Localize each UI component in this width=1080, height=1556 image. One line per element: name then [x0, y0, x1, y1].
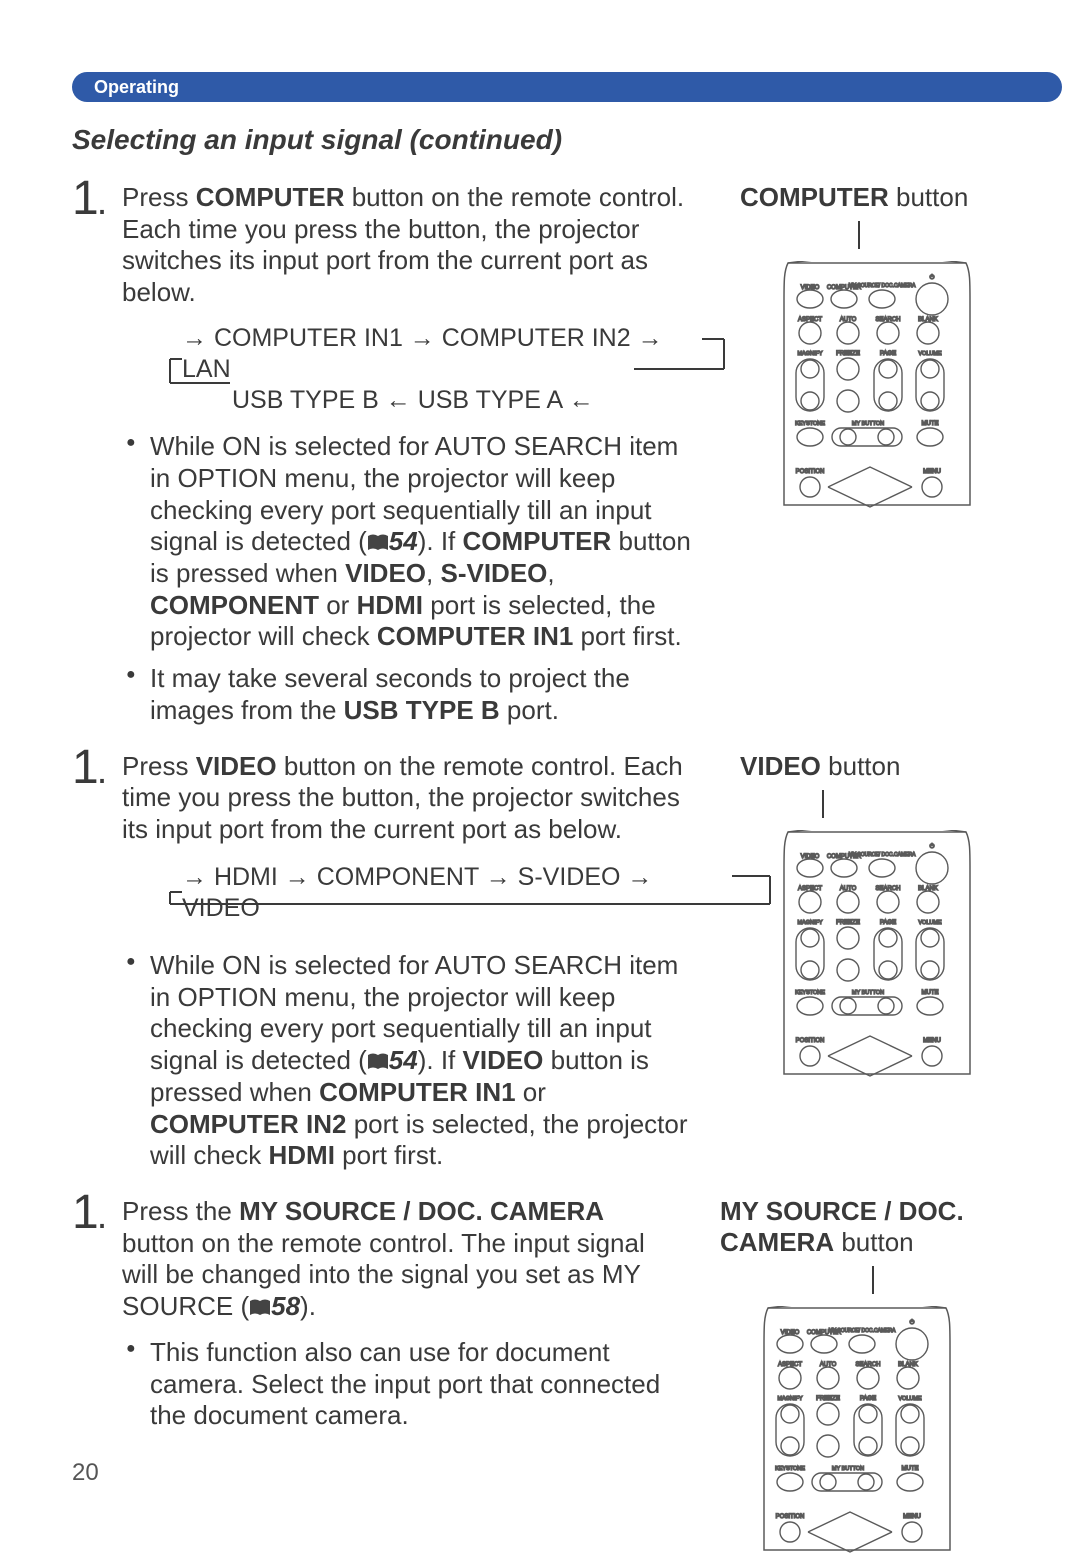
- svg-text:MAGNIFY: MAGNIFY: [797, 920, 822, 926]
- svg-text:MUTE: MUTE: [922, 421, 939, 427]
- svg-text:PAGE: PAGE: [880, 920, 896, 926]
- step-content: Press VIDEO button on the remote control…: [122, 751, 700, 1196]
- leader-line-icon: [872, 1266, 874, 1294]
- flow-line1: → COMPUTER IN1 → COMPUTER IN2 → LAN: [182, 323, 700, 386]
- svg-text:FREEZE: FREEZE: [836, 351, 860, 357]
- bullet-list: While ON is selected for AUTO SEARCH ite…: [122, 431, 700, 726]
- remote-icon: VIDEO COMPUTER MY SOURCE/ DOC.CAMERA ⏻ A…: [782, 830, 972, 1080]
- bullet-list: This function also can use for document …: [122, 1337, 680, 1432]
- remote-illustration: VIDEO COMPUTER MY SOURCE/ DOC.CAMERA ⏻ A…: [782, 261, 1020, 511]
- flow-diagram: → HDMI → COMPONENT → S-VIDEO → VIDEO: [162, 860, 700, 932]
- step-content: Press the MY SOURCE / DOC. CAMERA button…: [122, 1196, 680, 1456]
- svg-text:MY SOURCE/ DOC.CAMERA: MY SOURCE/ DOC.CAMERA: [849, 283, 917, 289]
- svg-text:FREEZE: FREEZE: [836, 920, 860, 926]
- svg-text:POSITION: POSITION: [776, 1514, 805, 1520]
- bullet-item: While ON is selected for AUTO SEARCH ite…: [122, 431, 700, 653]
- svg-text:PAGE: PAGE: [860, 1396, 876, 1402]
- svg-text:MY SOURCE/ DOC.CAMERA: MY SOURCE/ DOC.CAMERA: [829, 1328, 897, 1334]
- bullet-item: While ON is selected for AUTO SEARCH ite…: [122, 950, 700, 1172]
- svg-text:KEYSTONE: KEYSTONE: [775, 1466, 805, 1472]
- step-intro: Press VIDEO button on the remote control…: [122, 751, 700, 846]
- page: Operating Selecting an input signal (con…: [0, 0, 1080, 1527]
- bullet-item: This function also can use for document …: [122, 1337, 680, 1432]
- step-number: 1.: [72, 1192, 108, 1237]
- section-pill: Operating: [72, 72, 1062, 102]
- svg-text:POSITION: POSITION: [796, 469, 825, 475]
- remote-illustration: VIDEO COMPUTER MY SOURCE/ DOC.CAMERA ⏻ A…: [762, 1306, 1020, 1556]
- svg-text:VOLUME: VOLUME: [918, 351, 942, 357]
- step-content: Press COMPUTER button on the remote cont…: [122, 182, 700, 751]
- button-label: VIDEO button: [740, 751, 1020, 782]
- svg-text:MY BUTTON: MY BUTTON: [832, 1466, 864, 1472]
- svg-text:FREEZE: FREEZE: [816, 1396, 840, 1402]
- step-block-1: 1. Press COMPUTER button on the remote c…: [72, 182, 1020, 751]
- leader-line-icon: [822, 790, 824, 818]
- button-label: COMPUTER button: [740, 182, 1020, 213]
- svg-text:VOLUME: VOLUME: [918, 920, 942, 926]
- bullet-item: It may take several seconds to project t…: [122, 663, 700, 726]
- button-label: MY SOURCE / DOC. CAMERA button: [720, 1196, 1020, 1258]
- svg-text:MY BUTTON: MY BUTTON: [852, 421, 884, 427]
- svg-text:MENU: MENU: [923, 1038, 941, 1044]
- svg-text:MY SOURCE/ DOC.CAMERA: MY SOURCE/ DOC.CAMERA: [849, 852, 917, 858]
- svg-text:MENU: MENU: [903, 1514, 921, 1520]
- step-block-3: 1. Press the MY SOURCE / DOC. CAMERA but…: [72, 1196, 1020, 1556]
- svg-text:PAGE: PAGE: [880, 351, 896, 357]
- flow-diagram: → COMPUTER IN1 → COMPUTER IN2 → LAN USB …: [162, 323, 700, 413]
- svg-text:MENU: MENU: [923, 469, 941, 475]
- step-intro: Press COMPUTER button on the remote cont…: [122, 182, 700, 309]
- svg-text:KEYSTONE: KEYSTONE: [795, 990, 825, 996]
- svg-text:⏻: ⏻: [910, 1319, 915, 1326]
- svg-text:⏻: ⏻: [930, 274, 935, 281]
- page-number: 20: [72, 1459, 99, 1487]
- svg-text:MUTE: MUTE: [902, 1466, 919, 1472]
- step-number: 1.: [72, 747, 108, 792]
- right-column: MY SOURCE / DOC. CAMERA button VIDEO COM…: [694, 1196, 1020, 1556]
- svg-text:MUTE: MUTE: [922, 990, 939, 996]
- svg-text:MAGNIFY: MAGNIFY: [777, 1396, 802, 1402]
- svg-text:KEYSTONE: KEYSTONE: [795, 421, 825, 427]
- remote-icon: VIDEO COMPUTER MY SOURCE/ DOC.CAMERA ⏻ A…: [762, 1306, 952, 1556]
- svg-text:MY BUTTON: MY BUTTON: [852, 990, 884, 996]
- remote-illustration: VIDEO COMPUTER MY SOURCE/ DOC.CAMERA ⏻ A…: [782, 830, 1020, 1080]
- leader-line-icon: [858, 221, 860, 249]
- svg-text:VOLUME: VOLUME: [898, 1396, 922, 1402]
- flow-line1: → HDMI → COMPONENT → S-VIDEO → VIDEO: [182, 862, 700, 925]
- remote-icon: VIDEO COMPUTER MY SOURCE/ DOC.CAMERA ⏻ A…: [782, 261, 972, 511]
- flow-line2: USB TYPE B ← USB TYPE A ←: [182, 385, 700, 416]
- section-title: Selecting an input signal (continued): [72, 124, 1020, 156]
- bullet-list: While ON is selected for AUTO SEARCH ite…: [122, 950, 700, 1172]
- step-number: 1.: [72, 178, 108, 223]
- step-block-2: 1. Press VIDEO button on the remote cont…: [72, 751, 1020, 1196]
- svg-text:POSITION: POSITION: [796, 1038, 825, 1044]
- svg-text:MAGNIFY: MAGNIFY: [797, 351, 822, 357]
- step-intro: Press the MY SOURCE / DOC. CAMERA button…: [122, 1196, 680, 1323]
- svg-text:⏻: ⏻: [930, 843, 935, 850]
